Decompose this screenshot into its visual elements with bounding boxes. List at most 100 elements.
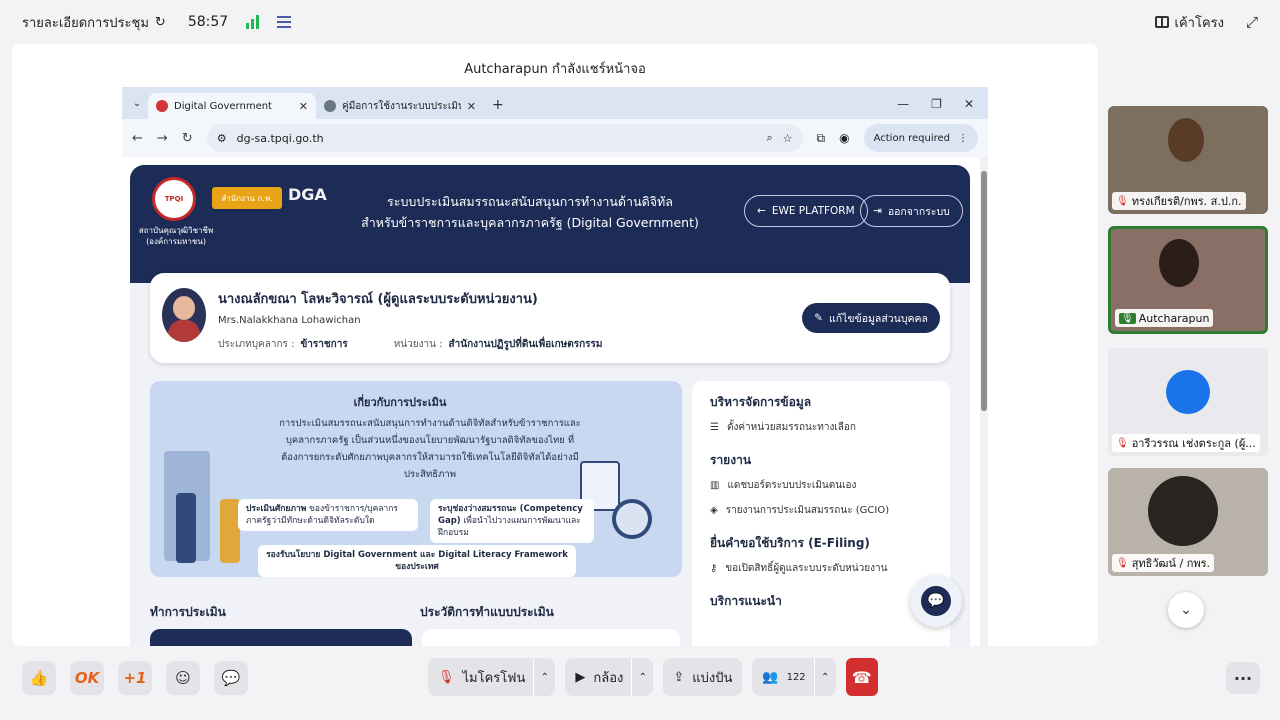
participants-sidebar: 🎙 ทรงเกียรติ/กพร. ส.ป.ก. 🎙 Autcharapun 🎙…	[1098, 44, 1280, 646]
meeting-controls-bar: 👍 OK +1 ☺ 💬 🎙 ไมโครโฟน ⌃ ▶ กล้อง ⌃ ⇪ แบ่…	[0, 648, 1280, 708]
scrollbar-thumb[interactable]	[981, 171, 987, 411]
forward-icon[interactable]: →	[157, 131, 168, 146]
microphone-button[interactable]: 🎙 ไมโครโฟน ⌃	[428, 658, 556, 696]
menu-request-admin[interactable]: ⚷ ขอเปิดสิทธิ์ผู้ดูแลระบบระดับหน่วยงาน	[710, 561, 932, 576]
logo-caption: สถาบันคุณวุฒิวิชาชีพ (องค์การมหาชน)	[138, 226, 214, 246]
plus-one-reaction-button[interactable]: +1	[118, 661, 152, 695]
participant-tile[interactable]: 🎙 สุทธิวัฒน์ / กพร.	[1108, 468, 1268, 576]
browser-tab-manual[interactable]: คู่มือการใช้งานระบบประเมินเกษตรด้าน ✕	[316, 93, 484, 119]
magnifier-illustration-icon	[612, 499, 652, 539]
edit-profile-label: แก้ไขข้อมูลส่วนบุคคล	[828, 312, 928, 325]
type-value: ข้าราชการ	[300, 339, 348, 350]
logout-button[interactable]: ⇥ ออกจากระบบ	[860, 195, 963, 227]
emoji-button[interactable]: ☺	[166, 661, 200, 695]
meeting-details-link[interactable]: รายละเอียดการประชุม ↻	[22, 12, 166, 33]
chevron-up-icon[interactable]: ⌃	[631, 658, 653, 696]
profile-icon[interactable]: ◉	[839, 131, 849, 145]
camera-label: กล้อง	[593, 670, 624, 686]
back-icon[interactable]: ←	[132, 131, 143, 146]
meeting-topbar: รายละเอียดการประชุม ↻ 58:57 เค้าโครง ⤢	[0, 0, 1280, 44]
site-info-icon[interactable]: ⚙	[217, 132, 227, 145]
reload-icon[interactable]: ↻	[182, 131, 193, 146]
camera-button[interactable]: ▶ กล้อง ⌃	[565, 658, 654, 696]
profile-meta: ประเภทบุคลากร : ข้าราชการ หน่วยงาน : สำน…	[218, 337, 603, 352]
action-required-button[interactable]: Action required ⋮	[863, 124, 978, 152]
mic-on-icon: 🎙	[1119, 312, 1136, 324]
site-title-line1: ระบบประเมินสมรรถนะสนับสนุนการทำงานด้านดิ…	[387, 194, 673, 209]
menu-set-competency-label: ตั้งค่าหน่วยสมรรถนะทางเลือก	[726, 422, 856, 433]
show-more-participants-button[interactable]: ⌄	[1168, 592, 1204, 628]
chat-panel-button[interactable]: 💬	[214, 661, 248, 695]
more-options-button[interactable]: ···	[1226, 662, 1260, 694]
edit-profile-button[interactable]: ✎ แก้ไขข้อมูลส่วนบุคคล	[802, 303, 940, 333]
fullscreen-icon[interactable]: ⤢	[1246, 13, 1258, 31]
menu-request-admin-label: ขอเปิดสิทธิ์ผู้ดูแลระบบระดับหน่วยงาน	[725, 563, 888, 574]
chat-icon: 💬	[921, 586, 951, 616]
arrow-left-icon: ←	[757, 205, 766, 217]
reaction-buttons: 👍 OK +1 ☺ 💬	[22, 661, 248, 695]
menu-set-competency[interactable]: ☰ ตั้งค่าหน่วยสมรรถนะทางเลือก	[710, 420, 932, 435]
tab-title: Digital Government	[174, 100, 272, 112]
signal-strength-icon[interactable]	[246, 15, 260, 29]
share-button[interactable]: ⇪ แบ่งปัน	[663, 658, 743, 696]
camera-icon: ▶	[575, 669, 586, 685]
url-text: dg-sa.tpqi.go.th	[236, 131, 324, 145]
layout-button[interactable]: เค้าโครง	[1154, 12, 1224, 33]
av-controls: 🎙 ไมโครโฟน ⌃ ▶ กล้อง ⌃ ⇪ แบ่งปัน 👥 122 ⌃…	[428, 658, 878, 696]
chat-button[interactable]: 💬	[910, 575, 962, 627]
page-scrollbar[interactable]	[980, 157, 988, 646]
site-favicon-icon	[156, 100, 168, 112]
browser-toolbar: ← → ↻ ⚙ dg-sa.tpqi.go.th ⌕ ☆ ⧉ ◉ Action …	[122, 119, 988, 157]
meeting-details-label: รายละเอียดการประชุม	[22, 15, 149, 31]
key-icon: ⚷	[710, 563, 718, 574]
people-button[interactable]: 👥 122 ⌃	[752, 658, 836, 696]
avatar	[162, 288, 206, 342]
pill-competency-gap: ระบุช่องว่างสมรรถนะ (Competency Gap) เพื…	[430, 499, 594, 543]
section-reports: รายงาน	[710, 453, 752, 467]
thumbs-up-button[interactable]: 👍	[22, 661, 56, 695]
section-efiling: ยื่นคำขอใช้บริการ (E-Filing)	[710, 536, 870, 550]
history-card[interactable]	[422, 629, 680, 646]
site-header: TPQI สถาบันคุณวุฒิวิชาชีพ (องค์การมหาชน)…	[130, 165, 970, 283]
action-required-label: Action required	[873, 132, 950, 144]
site-title-line2: สำหรับข้าราชการและบุคลากรภาครัฐ (Digital…	[361, 215, 699, 230]
bookmark-star-icon[interactable]: ☆	[783, 132, 793, 145]
close-tab-icon[interactable]: ✕	[299, 100, 308, 113]
mic-muted-icon: 🎙	[438, 669, 455, 685]
section-assess-heading: ทำการประเมิน	[150, 605, 226, 619]
menu-dashboard[interactable]: ▥ แดชบอร์ดระบบประเมินตนเอง	[710, 478, 932, 493]
smiley-icon: ☺	[175, 669, 191, 687]
restore-icon[interactable]: ❐	[931, 97, 942, 111]
shared-browser-window: ⌄ Digital Government ✕ คู่มือการใช้งานระ…	[122, 87, 988, 646]
menu-gcio-report[interactable]: ◈ รายงานการประเมินสมรรถนะ (GCIO)	[710, 503, 932, 518]
mic-muted-icon: 🎙	[1116, 195, 1129, 207]
chevron-up-icon[interactable]: ⌃	[533, 658, 555, 696]
browser-tab-digital-government[interactable]: Digital Government ✕	[148, 93, 316, 119]
participant-tile[interactable]: 🎙 ทรงเกียรติ/กพร. ส.ป.ก.	[1108, 106, 1268, 214]
participant-tile[interactable]: 🎙 อารีวรรณ เช่งตระกูล (ผู้...	[1108, 348, 1268, 456]
tab-search-icon[interactable]: ⌄	[126, 92, 148, 114]
ok-reaction-button[interactable]: OK	[70, 661, 104, 695]
people-count: 122	[786, 671, 806, 683]
menu-gcio-report-label: รายงานการประเมินสมรรถนะ (GCIO)	[725, 505, 890, 516]
chevron-up-icon[interactable]: ⌃	[813, 658, 836, 696]
minimize-icon[interactable]: —	[897, 97, 909, 111]
kebab-menu-icon: ⋮	[958, 132, 968, 144]
mic-muted-icon: 🎙	[1116, 557, 1129, 569]
tab-title: คู่มือการใช้งานระบบประเมินเกษตรด้าน	[342, 100, 461, 112]
screen-share-label: Autcharapun กำลังแชร์หน้าจอ	[464, 62, 646, 77]
meeting-menu-icon[interactable]	[277, 16, 292, 28]
ewe-platform-button[interactable]: ← EWE PLATFORM	[744, 195, 868, 227]
close-window-icon[interactable]: ✕	[964, 97, 974, 111]
new-tab-icon[interactable]: +	[492, 97, 504, 113]
person-illustration-icon	[176, 493, 196, 563]
close-tab-icon[interactable]: ✕	[467, 100, 476, 113]
participant-tile-active[interactable]: 🎙 Autcharapun	[1108, 226, 1268, 334]
extensions-icon[interactable]: ⧉	[817, 131, 826, 146]
zoom-icon[interactable]: ⌕	[766, 131, 772, 145]
assess-card[interactable]	[150, 629, 412, 646]
address-bar[interactable]: ⚙ dg-sa.tpqi.go.th ⌕ ☆	[206, 124, 803, 152]
end-call-button[interactable]: ☎	[845, 658, 878, 696]
about-body: การประเมินสมรรถนะสนับสนุนการทำงานด้านดิจ…	[279, 418, 581, 480]
globe-icon	[324, 100, 336, 112]
